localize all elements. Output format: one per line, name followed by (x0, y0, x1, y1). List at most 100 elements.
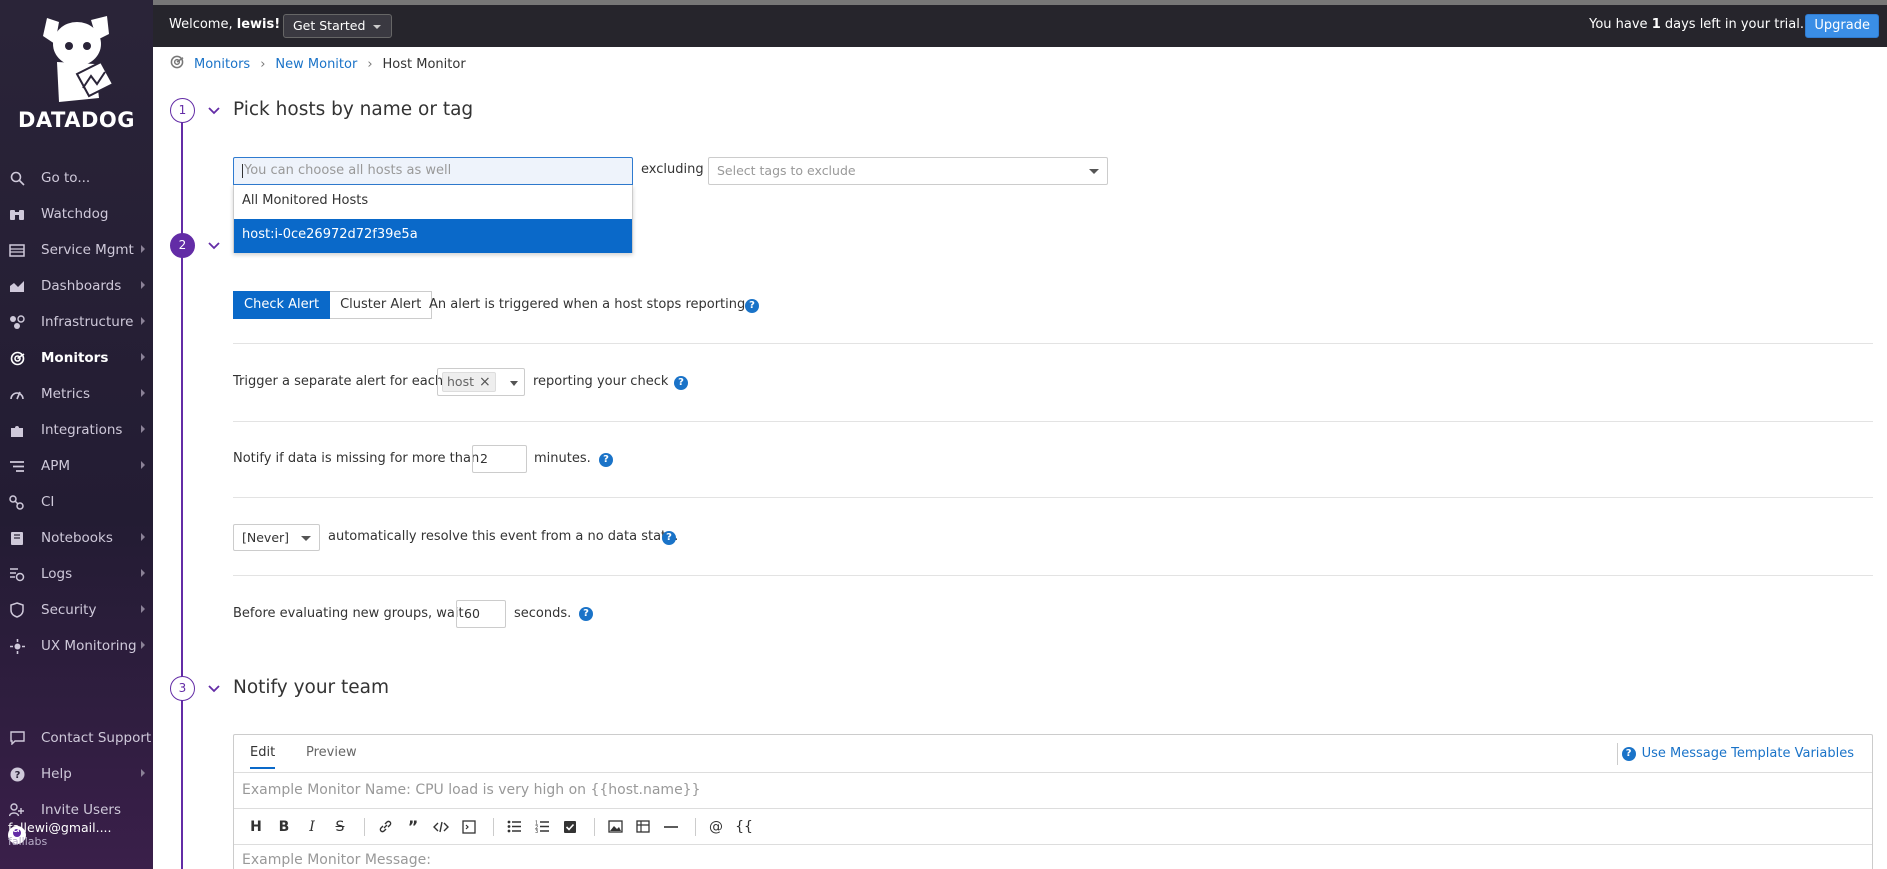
help-icon[interactable]: ? (579, 607, 593, 621)
auto-resolve-select[interactable]: [Never] (233, 524, 320, 551)
submenu-arrow-icon (141, 569, 145, 577)
dropdown-option-all-hosts[interactable]: All Monitored Hosts (234, 185, 632, 219)
trial-suffix: days left in your trial. (1664, 17, 1804, 32)
sidebar-item-integrations[interactable]: Integrations (0, 412, 153, 448)
tab-edit[interactable]: Edit (250, 745, 276, 769)
sidebar-item-label: APM (41, 458, 71, 474)
close-icon[interactable]: × (479, 374, 491, 390)
step-3-number: 3 (170, 676, 195, 701)
toolbar-divider (695, 817, 696, 836)
help-icon[interactable]: ? (674, 376, 688, 390)
toolbar-divider (364, 817, 365, 836)
sidebar-item-infrastructure[interactable]: Infrastructure (0, 304, 153, 340)
host-search-input[interactable]: You can choose all hosts as well (233, 157, 633, 185)
code-icon[interactable] (429, 815, 453, 839)
sidebar-item-security[interactable]: Security (0, 592, 153, 628)
heading-icon[interactable]: H (244, 815, 268, 839)
link-icon[interactable] (373, 815, 397, 839)
sidebar-item-metrics[interactable]: Metrics (0, 376, 153, 412)
breadcrumb-new-monitor-link[interactable]: New Monitor (275, 57, 357, 72)
sidebar-item-monitors[interactable]: Monitors (0, 340, 153, 376)
italic-icon[interactable]: I (300, 815, 324, 839)
help-icon[interactable]: ? (662, 531, 676, 545)
sidebar-item-label: Contact Support (41, 730, 152, 746)
sidebar-item-dashboards[interactable]: Dashboards (0, 268, 153, 304)
chevron-down-icon[interactable] (206, 238, 222, 254)
template-variable-icon[interactable]: {{ (732, 815, 756, 839)
sidebar-item-goto[interactable]: Go to... (0, 160, 153, 196)
chart-icon (9, 278, 25, 294)
chevron-down-icon[interactable] (206, 103, 222, 119)
datadog-dog-icon (42, 16, 114, 102)
sidebar-item-watchdog[interactable]: Watchdog (0, 196, 153, 232)
breadcrumb-monitors-link[interactable]: Monitors (194, 57, 250, 72)
sidebar-item-label: Service Mgmt (41, 242, 134, 258)
datadog-logo[interactable]: DATADOG (0, 14, 153, 132)
strikethrough-icon[interactable]: S (328, 815, 352, 839)
top-bar: Welcome, lewis! Get Started You have 1 d… (153, 0, 1887, 47)
table-icon[interactable] (631, 815, 655, 839)
image-icon[interactable] (603, 815, 627, 839)
apm-icon (9, 458, 25, 474)
cluster-alert-button[interactable]: Cluster Alert (330, 291, 433, 319)
bold-icon[interactable]: B (272, 815, 296, 839)
divider (233, 421, 1873, 422)
code-block-icon[interactable] (457, 815, 481, 839)
quote-icon[interactable]: ” (401, 815, 425, 839)
bullet-list-icon[interactable] (502, 815, 526, 839)
submenu-arrow-icon (141, 425, 145, 433)
sidebar-item-contact-support[interactable]: Contact Support (0, 720, 153, 756)
upgrade-button[interactable]: Upgrade (1805, 14, 1879, 38)
numbered-list-icon[interactable]: 123 (530, 815, 554, 839)
breadcrumb-separator-icon: › (367, 56, 373, 72)
user-menu[interactable]: fallewi@gmail.... falllabs (8, 821, 112, 848)
monitor-icon (9, 350, 25, 366)
no-data-minutes-input[interactable]: 2 (472, 445, 527, 473)
tab-preview[interactable]: Preview (306, 745, 357, 760)
welcome-username: lewis! (236, 17, 281, 32)
breadcrumb: Monitors › New Monitor › Host Monitor (170, 55, 466, 73)
template-variables-link[interactable]: ? Use Message Template Variables (1621, 746, 1854, 761)
chat-icon (9, 730, 25, 746)
submenu-arrow-icon (141, 533, 145, 541)
sidebar-item-notebooks[interactable]: Notebooks (0, 520, 153, 556)
sidebar-item-label: Invite Users (41, 802, 121, 818)
sidebar-item-help[interactable]: ? Help (0, 756, 153, 792)
breadcrumb-current: Host Monitor (382, 56, 466, 72)
binoculars-icon (9, 206, 25, 222)
dropdown-option-host[interactable]: host:i-0ce26972d72f39e5a (234, 219, 632, 253)
new-group-delay-input[interactable]: 60 (456, 600, 506, 628)
sidebar-item-ux-monitoring[interactable]: UX Monitoring (0, 628, 153, 664)
mention-icon[interactable]: @ (704, 815, 728, 839)
trial-days: 1 (1651, 17, 1661, 32)
sidebar-bottom-nav: Contact Support ? Help Invite Users (0, 720, 153, 828)
chevron-down-icon[interactable] (510, 381, 518, 386)
submenu-arrow-icon (141, 389, 145, 397)
sidebar-item-ci[interactable]: CI (0, 484, 153, 520)
checklist-icon[interactable] (558, 815, 582, 839)
sidebar-item-apm[interactable]: APM (0, 448, 153, 484)
toolbar-divider (594, 817, 595, 836)
ux-icon (9, 638, 25, 654)
welcome-message: Welcome, lewis! (169, 17, 280, 32)
step-3-title: Notify your team (233, 677, 390, 698)
monitor-message-input[interactable]: Example Monitor Message: (234, 845, 1872, 869)
group-by-tag-select[interactable]: host × (437, 368, 525, 396)
sidebar-item-service-mgmt[interactable]: Service Mgmt (0, 232, 153, 268)
exclude-tags-select[interactable]: Select tags to exclude (708, 157, 1108, 185)
get-started-button[interactable]: Get Started (283, 14, 393, 38)
help-icon[interactable]: ? (599, 453, 613, 467)
sidebar-item-label: Go to... (41, 170, 91, 186)
puzzle-icon (9, 422, 25, 438)
chevron-down-icon[interactable] (206, 681, 222, 697)
tag-chip: host × (442, 372, 496, 392)
sidebar-item-logs[interactable]: Logs (0, 556, 153, 592)
horizontal-rule-icon[interactable] (659, 815, 683, 839)
help-icon[interactable]: ? (745, 299, 759, 313)
logs-icon (9, 566, 25, 582)
alert-type-toggle: Check Alert Cluster Alert (233, 291, 433, 319)
notify-suffix-label: minutes. (534, 451, 591, 466)
sidebar-item-label: Monitors (41, 350, 109, 366)
monitor-name-input[interactable]: Example Monitor Name: CPU load is very h… (234, 773, 1872, 809)
check-alert-button[interactable]: Check Alert (233, 291, 331, 319)
